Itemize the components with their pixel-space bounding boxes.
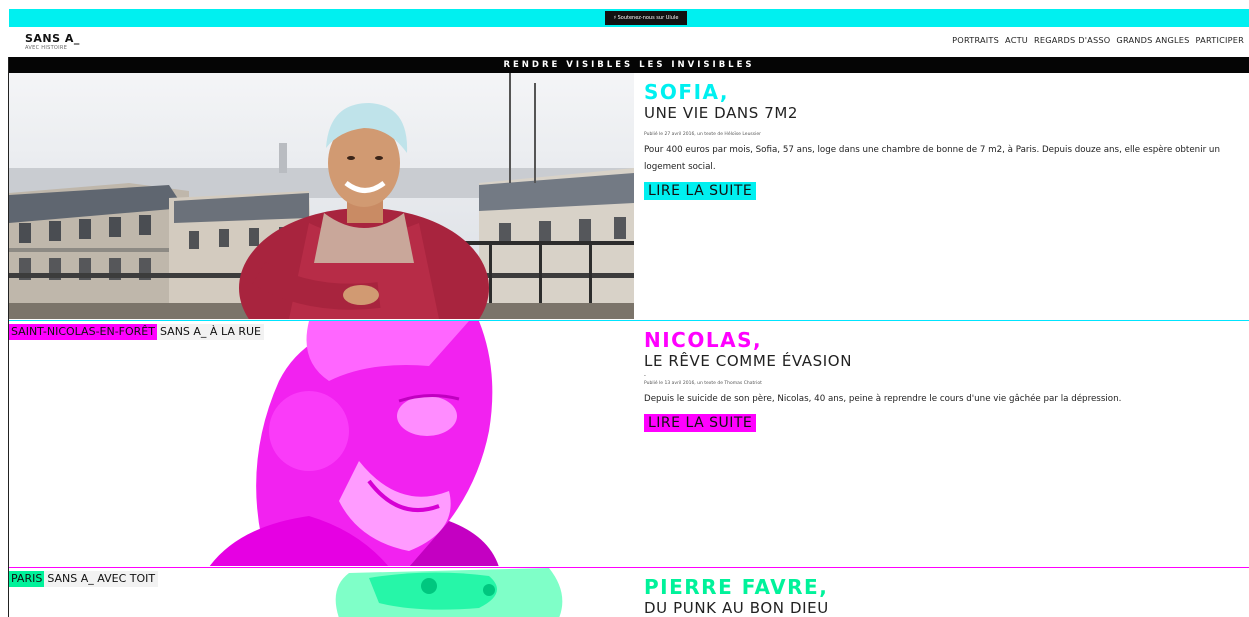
story-content-nicolas: NICOLAS, LE RÊVE COMME ÉVASION - Publié … [644,329,1244,432]
story-content-sofia: SOFIA, UNE VIE DANS 7M2 Publié le 27 avr… [644,81,1244,200]
story-subtitle[interactable]: DU PUNK AU BON DIEU [644,599,1244,617]
story-tags: SAINT-NICOLAS-EN-FORÊT SANS A_ À LA RUE [9,324,264,340]
story-byline: Publié le 13 avril 2016, un texte de Tho… [644,381,762,386]
duotone-portrait-image [9,321,634,566]
story-card-nicolas: SAINT-NICOLAS-EN-FORÊT SANS A_ À LA RUE … [9,320,1249,566]
category-tag[interactable]: SANS A_ AVEC TOIT [44,571,159,587]
place-tag[interactable]: PARIS [9,571,45,587]
nav-item-regards-asso[interactable]: REGARDS D'ASSO [1034,35,1110,45]
nav-item-grands-angles[interactable]: GRANDS ANGLES [1116,35,1189,45]
story-excerpt: Depuis le suicide de son père, Nicolas, … [644,394,1122,404]
rooftop-portrait-image [9,73,634,319]
story-name[interactable]: PIERRE FAVRE, [644,576,1244,598]
separator-dash: - [644,373,646,379]
story-photo-sofia[interactable] [9,73,634,319]
nav-item-actu[interactable]: ACTU [1005,35,1028,45]
story-subtitle[interactable]: UNE VIE DANS 7M2 [644,104,1244,123]
logo-title: SANS A_ [25,32,80,45]
story-card-pierre-favre: PARIS SANS A_ AVEC TOIT PIERRE FAVRE, DU… [9,567,1249,617]
site-header: SANS A_ AVEC HISTOIRE PORTRAITS ACTU REG… [0,27,1249,57]
story-content-pierre-favre: PIERRE FAVRE, DU PUNK AU BON DIEU [644,576,1244,617]
logo-subtitle: AVEC HISTOIRE [25,45,68,51]
story-excerpt: Pour 400 euros par mois, Sofia, 57 ans, … [644,145,1220,172]
main-nav: PORTRAITS ACTU REGARDS D'ASSO GRANDS ANG… [952,35,1244,45]
story-tags: PARIS SANS A_ AVEC TOIT [9,571,159,587]
category-tag[interactable]: SANS A_ À LA RUE [156,324,264,340]
place-tag[interactable]: SAINT-NICOLAS-EN-FORÊT [9,324,157,340]
site-logo[interactable]: SANS A_ AVEC HISTOIRE [25,32,80,52]
nav-item-participer[interactable]: PARTICIPER [1196,35,1244,45]
story-card-sofia: SOFIA, UNE VIE DANS 7M2 Publié le 27 avr… [9,73,1249,319]
ulule-support-button[interactable]: ♯ Soutenez-nous sur Ulule [605,11,687,25]
read-more-button[interactable]: LIRE LA SUITE [644,182,757,200]
nav-item-portraits[interactable]: PORTRAITS [952,35,999,45]
read-more-button[interactable]: LIRE LA SUITE [644,414,757,432]
story-name[interactable]: SOFIA, [644,81,1244,103]
story-subtitle[interactable]: LE RÊVE COMME ÉVASION [644,352,1244,371]
story-photo-nicolas[interactable] [9,321,634,566]
story-name[interactable]: NICOLAS, [644,329,1244,351]
tagline-strip: RENDRE VISIBLES LES INVISIBLES [9,57,1249,73]
story-byline: Publié le 27 avril 2016, un texte de Hél… [644,132,761,137]
support-banner: ♯ Soutenez-nous sur Ulule [9,9,1249,27]
